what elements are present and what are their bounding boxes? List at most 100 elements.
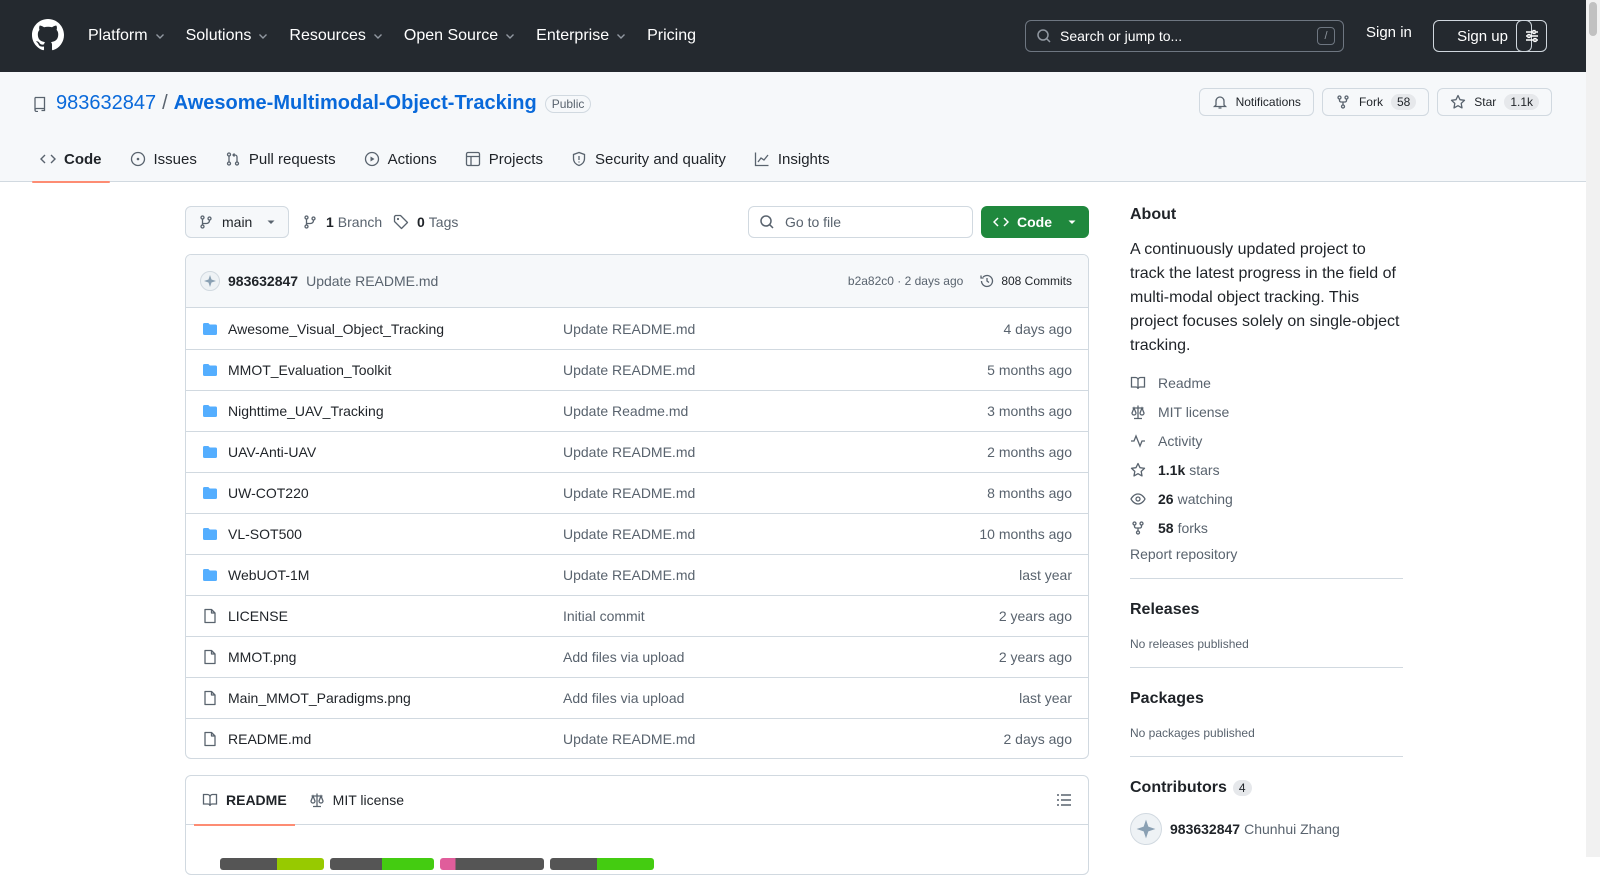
file-name-link[interactable]: UW-COT220 (228, 485, 563, 501)
branches-link[interactable]: 1 Branch (302, 206, 382, 238)
nav-enterprise[interactable]: Enterprise (536, 27, 627, 45)
file-commit-message-link[interactable]: Update Readme.md (563, 403, 987, 419)
commit-hash-time[interactable]: b2a82c0 · 2 days ago (848, 274, 963, 288)
file-name-link[interactable]: MMOT.png (228, 649, 563, 665)
about-description: A continuously updated project to track … (1130, 241, 1400, 354)
table-row[interactable]: WebUOT-1M Update README.md last year (186, 554, 1088, 595)
tab-issues[interactable]: Issues (122, 136, 205, 182)
fork-button[interactable]: Fork 58 (1321, 88, 1430, 116)
packages-empty: No packages published (1130, 726, 1255, 740)
readme-badge[interactable] (220, 858, 324, 870)
file-commit-message-link[interactable]: Update README.md (563, 485, 987, 501)
tab-readme[interactable]: README (194, 776, 295, 826)
nav-solutions[interactable]: Solutions (186, 27, 270, 45)
table-row[interactable]: MMOT_Evaluation_Toolkit Update README.md 5… (186, 349, 1088, 390)
table-row[interactable]: LICENSE Initial commit 2 years ago (186, 595, 1088, 636)
nav-resources[interactable]: Resources (289, 27, 383, 45)
sign-in-link[interactable]: Sign in (1366, 24, 1412, 41)
watchers-link[interactable]: 26 watching (1130, 484, 1403, 513)
nav-open-source[interactable]: Open Source (404, 27, 516, 45)
sidebar-divider (1130, 667, 1403, 668)
activity-link[interactable]: Activity (1130, 426, 1403, 455)
file-name-link[interactable]: MMOT_Evaluation_Toolkit (228, 362, 563, 378)
list-unordered-icon[interactable] (1056, 792, 1072, 808)
stars-link[interactable]: 1.1k stars (1130, 455, 1403, 484)
license-link[interactable]: MIT license (1130, 397, 1403, 426)
star-button[interactable]: Star 1.1k (1437, 88, 1552, 116)
nav-platform[interactable]: Platform (88, 27, 166, 45)
file-commit-message-link[interactable]: Update README.md (563, 526, 979, 542)
file-name-link[interactable]: LICENSE (228, 608, 563, 624)
nav-pricing[interactable]: Pricing (647, 27, 696, 45)
commit-message-link[interactable]: Update README.md (306, 273, 848, 289)
table-row[interactable]: Awesome_Visual_Object_Tracking Update REA… (186, 308, 1088, 349)
repo-name-link[interactable]: Awesome-Multimodal-Object-Tracking (174, 92, 537, 115)
pull-request-icon (226, 152, 240, 166)
avatar[interactable] (200, 271, 220, 291)
global-search-input[interactable]: Search or jump to... / (1025, 20, 1344, 52)
tab-projects[interactable]: Projects (457, 136, 551, 182)
tab-license[interactable]: MIT license (309, 776, 404, 825)
packages-heading[interactable]: Packages (1130, 690, 1403, 708)
file-commit-message-link[interactable]: Update README.md (563, 362, 987, 378)
play-circle-icon (364, 151, 379, 167)
file-commit-message-link[interactable]: Update README.md (563, 567, 1019, 583)
shield-icon (572, 151, 586, 167)
visibility-badge: Public (544, 94, 592, 113)
file-name-link[interactable]: Main_MMOT_Paradigms.png (228, 690, 563, 706)
tab-security[interactable]: Security and quality (563, 136, 734, 182)
github-logo-icon[interactable] (32, 19, 64, 51)
contributors-heading[interactable]: Contributors 4 (1130, 779, 1403, 797)
tab-pull-requests[interactable]: Pull requests (217, 136, 344, 182)
readme-tabs: README MIT license (186, 776, 1088, 826)
notifications-button[interactable]: Notifications (1198, 88, 1314, 116)
report-repository-link[interactable]: Report repository (1130, 546, 1403, 562)
forks-link[interactable]: 58 forks (1130, 513, 1403, 542)
table-row[interactable]: Main_MMOT_Paradigms.png Add files via upl… (186, 677, 1088, 718)
table-row[interactable]: UW-COT220 Update README.md 8 months ago (186, 472, 1088, 513)
file-icon (202, 690, 218, 706)
file-name-link[interactable]: WebUOT-1M (228, 567, 563, 583)
go-to-file-placeholder: Go to file (785, 214, 842, 230)
readme-badge[interactable] (550, 858, 654, 870)
table-row[interactable]: Nighttime_UAV_Tracking Update Readme.md 3 … (186, 390, 1088, 431)
file-commit-message-link[interactable]: Initial commit (563, 608, 999, 624)
code-dropdown-button[interactable]: Code (981, 206, 1089, 238)
file-icon (202, 649, 218, 665)
tab-insights[interactable]: Insights (746, 136, 838, 182)
file-commit-message-link[interactable]: Update README.md (563, 321, 1004, 337)
tags-link[interactable]: 0 Tags (393, 206, 458, 238)
file-commit-message-link[interactable]: Update README.md (563, 444, 987, 460)
file-name-link[interactable]: UAV-Anti-UAV (228, 444, 563, 460)
readme-badge[interactable] (440, 858, 544, 870)
file-commit-message-link[interactable]: Update README.md (563, 731, 1004, 747)
readme-link[interactable]: Readme (1130, 368, 1403, 397)
header-menu-button[interactable] (1516, 20, 1547, 52)
releases-heading[interactable]: Releases (1130, 601, 1403, 619)
issue-icon (130, 151, 145, 167)
readme-badge[interactable] (330, 858, 434, 870)
page-scrollbar[interactable] (1586, 0, 1600, 857)
commit-author-link[interactable]: 983632847 (228, 273, 298, 289)
file-commit-message-link[interactable]: Add files via upload (563, 649, 999, 665)
file-name-link[interactable]: VL-SOT500 (228, 526, 563, 542)
repo-owner-link[interactable]: 983632847 (56, 92, 156, 115)
file-name-link[interactable]: Nighttime_UAV_Tracking (228, 403, 563, 419)
table-row[interactable]: README.md Update README.md 2 days ago (186, 718, 1088, 758)
file-name-link[interactable]: Awesome_Visual_Object_Tracking (228, 321, 563, 337)
file-commit-message-link[interactable]: Add files via upload (563, 690, 1019, 706)
avatar[interactable] (1130, 813, 1162, 845)
table-row[interactable]: MMOT.png Add files via upload 2 years ago (186, 636, 1088, 677)
contributor-item[interactable]: 983632847 Chunhui Zhang (1130, 813, 1403, 845)
go-to-file-input[interactable]: Go to file (748, 206, 973, 238)
commits-history-link[interactable]: 808 Commits (979, 273, 1072, 289)
scrollbar-thumb[interactable] (1589, 2, 1597, 36)
file-commit-date: 3 months ago (987, 403, 1072, 419)
table-row[interactable]: UAV-Anti-UAV Update README.md 2 months ago (186, 431, 1088, 472)
tab-code[interactable]: Code (32, 136, 110, 183)
table-row[interactable]: VL-SOT500 Update README.md 10 months ago (186, 513, 1088, 554)
tab-actions[interactable]: Actions (356, 136, 445, 182)
file-name-link[interactable]: README.md (228, 731, 563, 747)
branch-selector-button[interactable]: main (185, 206, 289, 238)
pulse-icon (1131, 433, 1145, 448)
